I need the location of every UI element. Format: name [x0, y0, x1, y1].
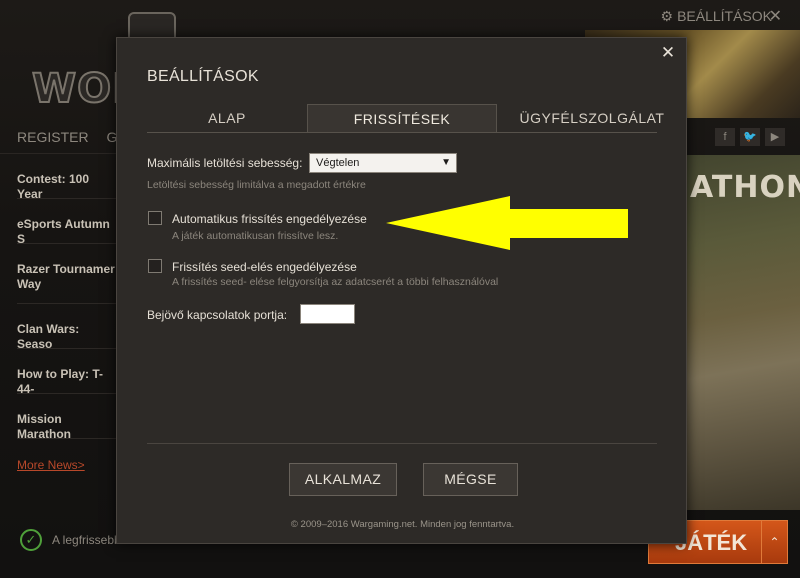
facebook-icon[interactable]: f — [715, 128, 735, 146]
dialog-title: BEÁLLÍTÁSOK — [147, 68, 259, 85]
dropdown-arrow-icon: ▼ — [441, 157, 451, 168]
register-link[interactable]: REGISTER — [17, 129, 89, 145]
close-icon[interactable]: ✕ — [658, 43, 678, 63]
news-divider — [17, 303, 117, 304]
seeding-label[interactable]: Frissítés seed-elés engedélyezése — [172, 260, 357, 274]
download-speed-hint: Letöltési sebesség limitálva a megadott … — [147, 179, 366, 191]
annotation-arrow-icon — [386, 196, 628, 250]
dialog-divider — [147, 443, 657, 444]
twitter-icon[interactable]: 🐦 — [740, 128, 760, 146]
youtube-icon[interactable]: ▶ — [765, 128, 785, 146]
annotation-arrow-shape — [386, 196, 628, 250]
banner-title: ATHON — [690, 170, 800, 205]
gear-icon: ⚙ — [660, 8, 674, 24]
incoming-port-input[interactable] — [300, 304, 355, 324]
download-speed-value: Végtelen — [316, 157, 360, 169]
seeding-hint: A frissítés seed- elése felgyorsítja az … — [172, 276, 499, 288]
top-settings-label: BEÁLLÍTÁSOK — [677, 8, 772, 24]
settings-dialog: BEÁLLÍTÁSOK ✕ ALAP FRISSÍTÉSEK ÜGYFÉLSZO… — [116, 37, 687, 544]
window-close-icon[interactable]: ✕ — [769, 6, 782, 26]
auto-update-label[interactable]: Automatikus frissítés engedélyezése — [172, 212, 367, 226]
checkmark-icon: ✓ — [20, 529, 42, 551]
seeding-checkbox[interactable] — [148, 259, 162, 273]
auto-update-hint: A játék automatikusan frissítve lesz. — [172, 230, 339, 242]
news-divider — [17, 438, 117, 439]
more-news-link[interactable]: More News> — [17, 458, 85, 472]
apply-button[interactable]: ALKALMAZ — [289, 463, 397, 496]
news-item[interactable]: Razer Tournamer Way — [17, 262, 117, 292]
event-banner-image — [686, 155, 800, 510]
tab-basic[interactable]: ALAP — [147, 104, 307, 133]
tab-divider — [147, 132, 657, 133]
top-settings-link[interactable]: ⚙ BEÁLLÍTÁSOK — [661, 8, 773, 25]
auto-update-checkbox[interactable] — [148, 211, 162, 225]
news-divider — [17, 243, 117, 244]
chevron-up-icon[interactable]: ⌃ — [761, 521, 787, 563]
news-divider — [17, 348, 117, 349]
tab-updates[interactable]: FRISSÍTÉSEK — [307, 104, 497, 133]
status-text: A legfrissebb — [52, 533, 121, 547]
incoming-port-label: Bejövő kapcsolatok portja: — [147, 308, 288, 322]
news-divider — [17, 393, 117, 394]
download-speed-select[interactable]: Végtelen ▼ — [309, 153, 457, 173]
cancel-button[interactable]: MÉGSE — [423, 463, 518, 496]
news-divider — [17, 198, 117, 199]
copyright-footer: © 2009–2016 Wargaming.net. Minden jog fe… — [290, 519, 515, 530]
tab-bar: ALAP FRISSÍTÉSEK ÜGYFÉLSZOLGÁLAT — [147, 104, 664, 133]
tab-support[interactable]: ÜGYFÉLSZOLGÁLAT — [497, 104, 687, 133]
download-speed-label: Maximális letöltési sebesség: — [147, 156, 303, 170]
